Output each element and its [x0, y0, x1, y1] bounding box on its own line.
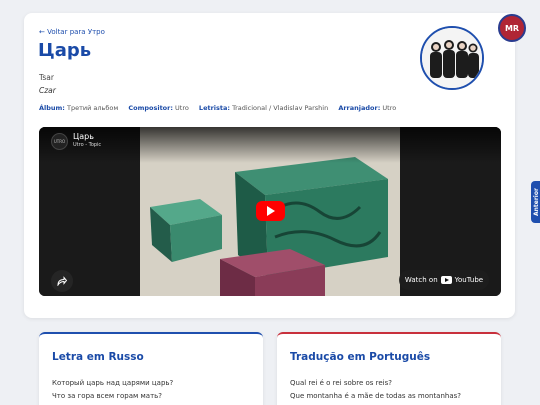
lyric-line: Что за гора всем горам мать? [52, 391, 163, 400]
lyric-line: Qual rei é o rei sobre os reis? [290, 379, 392, 387]
song-translation: Czar [39, 86, 56, 95]
watch-on-youtube-button[interactable]: Watch on YouTube [399, 270, 489, 290]
artist-avatar [420, 26, 484, 90]
meta-composer: Compositor: Utro [128, 104, 189, 112]
song-title: Царь [38, 40, 92, 61]
meta-album: Álbum: Третий альбом [39, 104, 119, 112]
song-transliteration: Tsar [39, 73, 54, 82]
video-player[interactable]: UTRO Царь Utro - Topic Watch on YouTube [39, 127, 501, 296]
lyrics-portuguese-title: Tradução em Português [290, 351, 431, 363]
share-icon[interactable] [51, 270, 73, 292]
meta-arranger: Arranjador: Utro [338, 104, 397, 112]
lyrics-portuguese-panel: Tradução em Português Qual rei é o rei s… [277, 332, 501, 405]
song-metadata: Álbum: Третий альбом Compositor: Utro Le… [39, 104, 404, 112]
back-link[interactable]: ← Voltar para Утро [39, 28, 105, 36]
play-icon[interactable] [256, 201, 285, 221]
channel-avatar[interactable]: UTRO [51, 133, 68, 150]
song-card: ← Voltar para Утро Царь Tsar Czar Álbum:… [24, 13, 515, 318]
youtube-logo-icon [440, 276, 452, 284]
previous-song-tab[interactable]: Anterior [531, 181, 540, 223]
lyrics-russian-title: Letra em Russo [52, 351, 144, 363]
video-title[interactable]: Царь [73, 132, 94, 141]
lyric-line: Que montanha é a mãe de todas as montanh… [290, 391, 461, 400]
site-logo-badge[interactable]: MR [498, 14, 526, 42]
lyrics-russian-panel: Letra em Russo Который царь над царями ц… [39, 332, 263, 405]
lyric-line: Который царь над царями царь? [52, 379, 174, 387]
meta-lyricist: Letrista: Tradicional / Vladislav Parshi… [198, 104, 329, 112]
video-channel: Utro - Topic [73, 142, 102, 148]
